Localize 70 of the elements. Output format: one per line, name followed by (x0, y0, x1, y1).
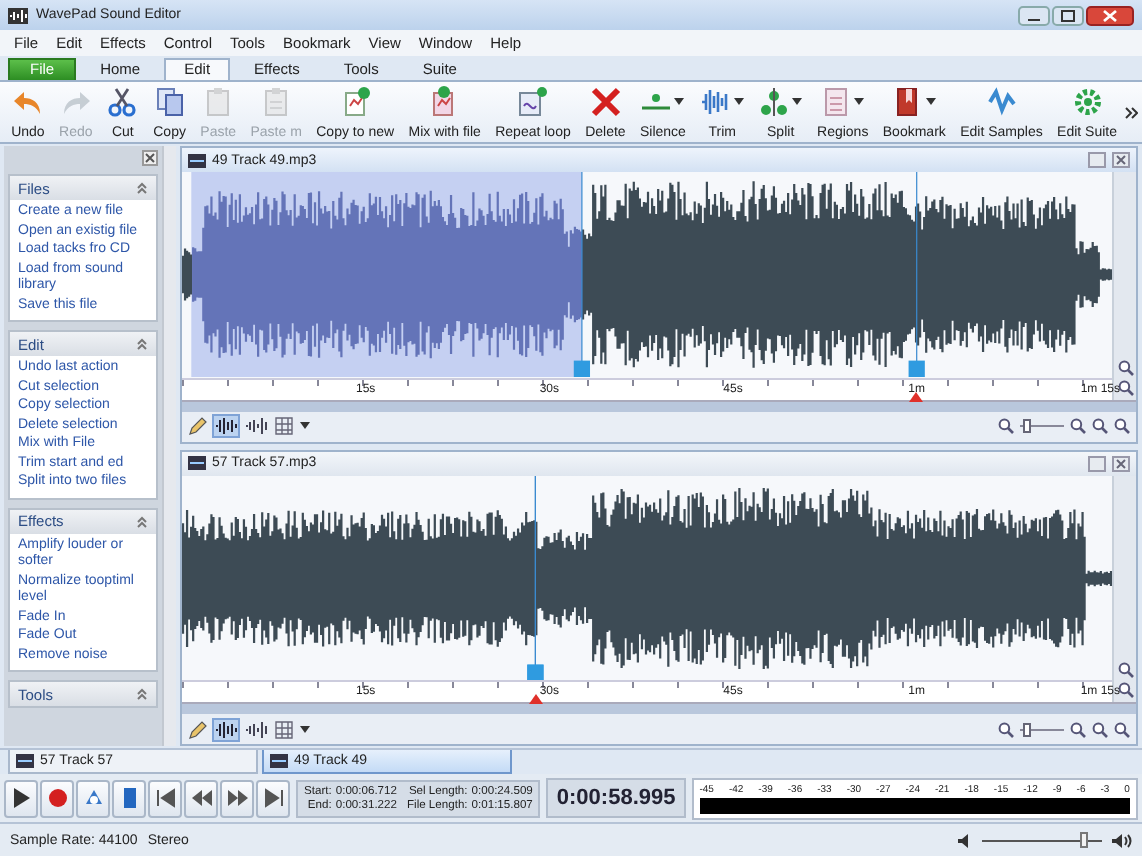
pencil-icon (188, 719, 208, 739)
split-icon (758, 86, 791, 118)
skip-end-icon (259, 784, 287, 812)
scrollbar[interactable] (162, 146, 176, 746)
clipboard-icon (202, 86, 235, 118)
grid-icon (274, 416, 294, 436)
caret-icon (300, 422, 310, 430)
position-display: 0:00:58.995 (546, 778, 686, 818)
clipboard-icon (260, 86, 293, 118)
app-icon (8, 7, 28, 23)
horizontal-scrollbar[interactable] (182, 702, 1136, 714)
caret-icon (734, 98, 745, 106)
close-icon (1112, 455, 1130, 471)
maximize-icon (1088, 455, 1106, 471)
rewind-icon (187, 784, 215, 812)
chevron-icon (136, 182, 148, 194)
gear-icon (1071, 86, 1104, 118)
skip-end-button[interactable] (256, 779, 290, 817)
rewind-button[interactable] (184, 779, 218, 817)
caret-icon (674, 98, 685, 106)
chevron-icon (136, 688, 148, 700)
waveform-icon (244, 416, 268, 436)
close-icon (1086, 5, 1134, 25)
waveform-icon (214, 719, 238, 739)
chevron-icon (136, 515, 148, 527)
marker-icon (908, 172, 925, 377)
stop-button[interactable] (112, 779, 146, 817)
scissors-icon (106, 86, 139, 118)
pencil-icon (188, 416, 208, 436)
speaker-icon (958, 833, 972, 847)
close-icon (142, 150, 158, 166)
waveform-icon (214, 416, 238, 436)
document-icon (516, 86, 549, 118)
marker-icon (573, 172, 590, 377)
document-icon (820, 86, 853, 118)
undo-icon (11, 86, 44, 118)
caret-icon (854, 98, 865, 106)
track-file-icon (188, 153, 206, 167)
close-icon (1112, 152, 1130, 168)
waveform-icon (985, 86, 1018, 118)
record-icon (43, 784, 71, 812)
slider-thumb[interactable] (1080, 831, 1088, 847)
caret-icon (300, 725, 310, 733)
track-file-icon (188, 456, 206, 470)
skip-start-icon (151, 784, 179, 812)
redo-icon (59, 86, 92, 118)
caret-icon (926, 98, 937, 106)
track-file-icon (16, 754, 34, 768)
maximize-icon (1088, 152, 1106, 168)
document-plus-icon (339, 86, 372, 118)
waveform-icon (700, 86, 733, 118)
maximize-icon (1052, 5, 1084, 25)
play-button[interactable] (4, 779, 38, 817)
fast-forward-icon (223, 784, 251, 812)
fast-forward-button[interactable] (220, 779, 254, 817)
copy-icon (153, 86, 186, 118)
skip-start-button[interactable] (148, 779, 182, 817)
track-file-icon (270, 754, 288, 768)
loop-button[interactable] (76, 779, 110, 817)
waveform-icon (244, 719, 268, 739)
more-icon (1124, 105, 1139, 119)
zoom-slider-icon (1020, 418, 1064, 434)
chevron-icon (136, 338, 148, 350)
speaker-icon (1112, 833, 1132, 847)
delete-icon (589, 86, 622, 118)
minimize-icon (1018, 5, 1050, 25)
caret-icon (792, 98, 803, 106)
record-button[interactable] (40, 779, 74, 817)
grid-icon (274, 719, 294, 739)
zoom-slider-icon (1020, 721, 1064, 737)
